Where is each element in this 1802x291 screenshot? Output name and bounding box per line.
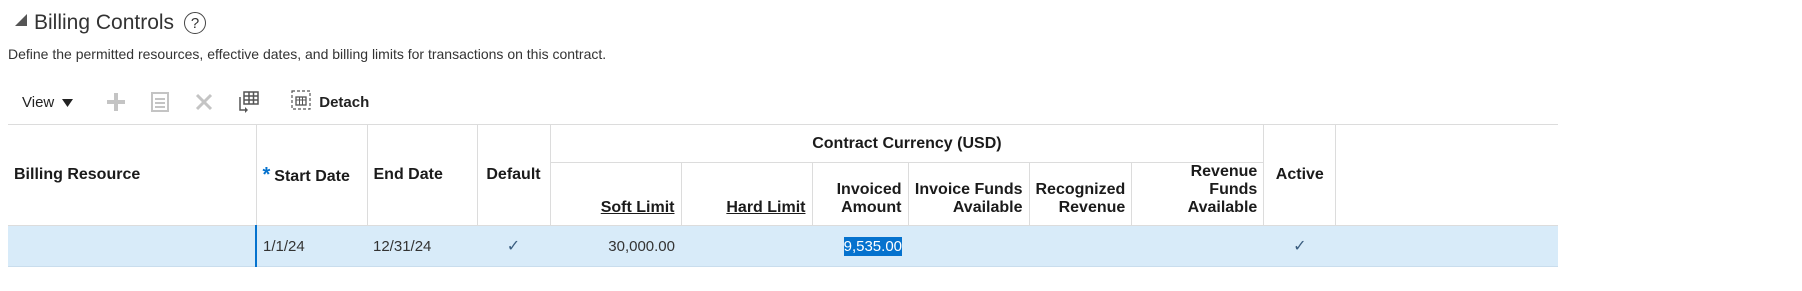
cell-active[interactable]: ✓: [1263, 225, 1336, 267]
invoiced-amount-value[interactable]: 9,535.00: [843, 236, 902, 256]
cell-default[interactable]: ✓: [477, 225, 550, 267]
table-toolbar: View Detach: [8, 86, 369, 118]
column-header-end-date[interactable]: End Date: [367, 124, 478, 226]
billing-controls-table: Billing Resource * Start Date End Date De…: [8, 124, 1558, 267]
view-menu-button[interactable]: View: [8, 86, 87, 118]
checkmark-icon: ✓: [1293, 238, 1307, 255]
column-header-default[interactable]: Default: [477, 124, 551, 226]
detach-button[interactable]: Detach: [291, 90, 369, 114]
column-header-active[interactable]: Active: [1263, 124, 1337, 226]
column-group-contract-currency: Contract Currency (USD): [550, 124, 1265, 163]
cell-end-date[interactable]: 12/31/24: [367, 225, 477, 267]
column-header-hard-limit[interactable]: Hard Limit: [681, 162, 813, 226]
column-header-filler: [1335, 124, 1558, 226]
view-label: View: [22, 93, 55, 111]
cell-invoiced-amount[interactable]: 9,535.00: [812, 225, 908, 267]
cell-recognized-revenue: [1029, 225, 1132, 267]
checkmark-icon: ✓: [506, 238, 521, 255]
column-header-start-date[interactable]: * Start Date: [256, 124, 368, 226]
column-header-recognized-revenue[interactable]: Recognized Revenue: [1029, 162, 1133, 226]
column-header-invoiced-amount[interactable]: Invoiced Amount: [812, 162, 909, 226]
cell-revenue-funds-available: [1131, 225, 1264, 267]
column-header-invoice-funds-available[interactable]: Invoice Funds Available: [908, 162, 1030, 226]
section-header: Billing Controls ?: [14, 8, 207, 38]
detach-label: Detach: [319, 93, 370, 111]
cell-filler: [1335, 225, 1558, 267]
section-description: Define the permitted resources, effectiv…: [8, 46, 607, 62]
delete-row-icon[interactable]: [189, 87, 219, 117]
table-row[interactable]: 1/1/24 12/31/24 ✓ 30,000.00 9,535.00 ✓: [8, 225, 1558, 267]
chevron-down-icon: [62, 94, 74, 111]
add-row-icon[interactable]: [101, 87, 131, 117]
detach-icon: [291, 90, 311, 114]
cell-billing-resource[interactable]: [8, 225, 256, 267]
column-header-revenue-funds-available[interactable]: Revenue Funds Available: [1131, 162, 1265, 226]
cell-start-date[interactable]: 1/1/24: [255, 225, 367, 267]
collapse-triangle-icon[interactable]: [14, 13, 28, 27]
cell-hard-limit[interactable]: [681, 225, 812, 267]
column-header-billing-resource[interactable]: Billing Resource: [8, 124, 257, 226]
section-title: Billing Controls: [34, 11, 175, 34]
freeze-columns-icon[interactable]: [233, 87, 263, 117]
cell-invoice-funds-available: [908, 225, 1029, 267]
help-icon[interactable]: ?: [184, 12, 207, 34]
edit-row-icon[interactable]: [145, 87, 175, 117]
cell-soft-limit[interactable]: 30,000.00: [550, 225, 681, 267]
required-marker: *: [262, 163, 271, 186]
column-header-soft-limit[interactable]: Soft Limit: [550, 162, 682, 226]
